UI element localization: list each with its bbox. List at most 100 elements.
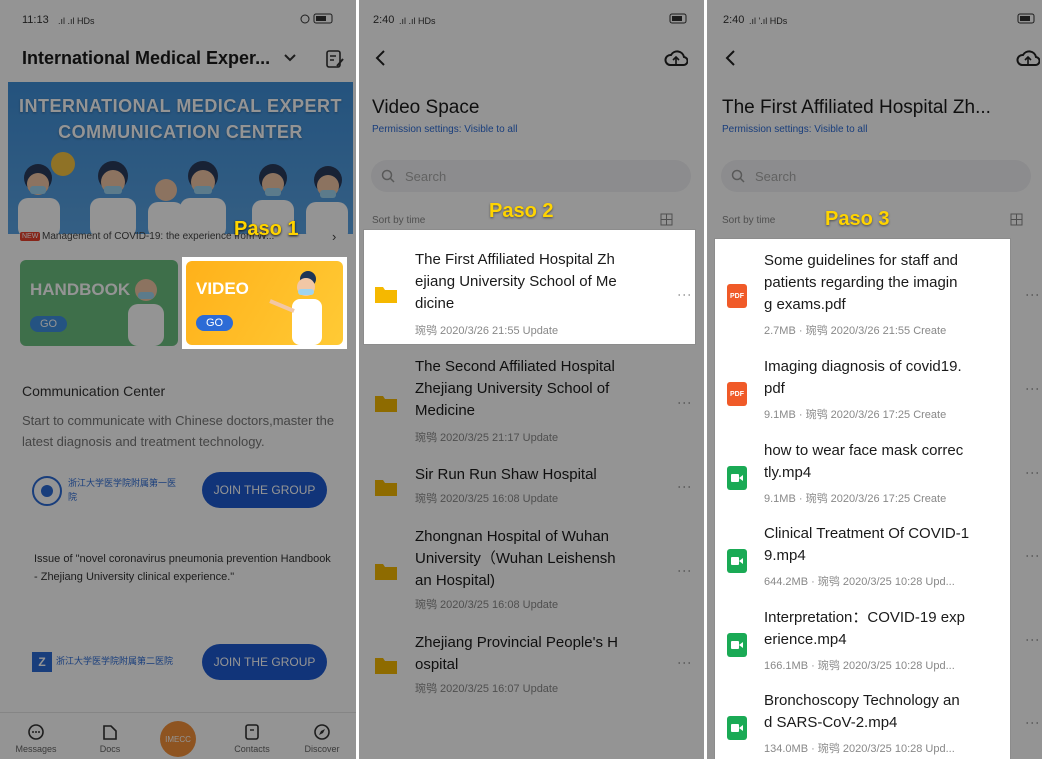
dim-overlay bbox=[1010, 239, 1042, 759]
cloud-upload-icon[interactable] bbox=[1015, 48, 1041, 70]
more-options-icon[interactable]: ⋮ bbox=[1025, 633, 1041, 647]
pdf-file-icon: PDF bbox=[727, 382, 747, 406]
page-title: International Medical Exper... bbox=[22, 48, 271, 68]
file-meta: 9.1MB · 琬鸮 2020/3/26 17:25 Create bbox=[764, 493, 947, 505]
video-file-icon bbox=[727, 549, 747, 573]
more-options-icon[interactable]: ⋮ bbox=[1025, 382, 1041, 396]
tab-label: Docs bbox=[99, 744, 121, 754]
compass-icon bbox=[314, 724, 330, 740]
file-name: how to wear face mask correc bbox=[764, 442, 964, 459]
file-name: Interpretation：COVID-19 exp bbox=[764, 609, 965, 626]
back-icon[interactable] bbox=[371, 48, 389, 68]
permission-settings-link[interactable]: Permission settings: Visible to all bbox=[372, 124, 517, 135]
folder-name: The First Affiliated Hospital Zh bbox=[415, 251, 615, 268]
folder-meta: 琬鸮 2020/3/25 16:07 Update bbox=[415, 683, 559, 695]
cloud-upload-icon[interactable] bbox=[663, 48, 689, 70]
file-name: g exams.pdf bbox=[764, 296, 846, 313]
edit-icon[interactable] bbox=[324, 48, 346, 70]
dim-overlay bbox=[707, 239, 715, 759]
tab-center[interactable]: IMECC bbox=[148, 713, 208, 759]
tab-label: Contacts bbox=[234, 744, 270, 754]
file-name: pdf bbox=[764, 380, 785, 397]
file-meta: 134.0MB · 琬鸮 2020/3/25 10:28 Upd... bbox=[764, 743, 955, 755]
folder-icon bbox=[375, 564, 397, 580]
handbook-go-button[interactable]: GO bbox=[30, 316, 68, 332]
status-network: .ıl .ıl HDs bbox=[58, 16, 95, 26]
pdf-file-icon: PDF bbox=[727, 284, 747, 308]
news-ticker[interactable]: NEW Management of COVID-19: the experien… bbox=[20, 229, 350, 245]
battery-icon bbox=[300, 13, 336, 28]
file-name: Bronchoscopy Technology an bbox=[764, 692, 960, 709]
more-options-icon[interactable]: ⋮ bbox=[677, 480, 693, 494]
folder-name: ospital bbox=[415, 656, 459, 673]
handbook-card[interactable]: HANDBOOK GO bbox=[20, 260, 178, 346]
page-title: Video Space bbox=[372, 97, 480, 118]
folder-name: Zhejiang University School of bbox=[415, 380, 610, 397]
tab-messages[interactable]: Messages bbox=[6, 713, 66, 759]
tab-contacts[interactable]: Contacts bbox=[222, 713, 282, 759]
video-file-icon bbox=[727, 466, 747, 490]
dim-overlay bbox=[347, 257, 356, 349]
more-options-icon[interactable]: ⋮ bbox=[677, 288, 693, 302]
doctor-woman-illustration bbox=[269, 271, 322, 345]
dim-overlay bbox=[695, 230, 704, 344]
bottom-tab-bar: Messages Docs IMECC Contacts Discover bbox=[0, 712, 356, 759]
more-options-icon[interactable]: ⋮ bbox=[677, 396, 693, 410]
folder-meta: 琬鸮 2020/3/26 21:55 Update bbox=[415, 325, 559, 337]
folder-meta: 琬鸮 2020/3/25 21:17 Update bbox=[415, 432, 559, 444]
sort-dropdown[interactable]: Sort by time bbox=[722, 215, 775, 226]
file-name: patients regarding the imagin bbox=[764, 274, 958, 291]
chevron-right-icon: › bbox=[332, 229, 337, 244]
center-icon: IMECC bbox=[160, 721, 196, 757]
status-time: 2:40 bbox=[373, 14, 395, 26]
back-icon[interactable] bbox=[721, 48, 739, 68]
section-title: Communication Center bbox=[22, 383, 166, 399]
video-label: VIDEO bbox=[196, 279, 249, 298]
group-card-1: 浙江大学医学院附属第一医院 JOIN THE GROUP bbox=[22, 462, 342, 524]
more-options-icon[interactable]: ⋮ bbox=[677, 656, 693, 670]
chevron-down-icon[interactable] bbox=[282, 50, 298, 66]
more-options-icon[interactable]: ⋮ bbox=[677, 564, 693, 578]
more-options-icon[interactable]: ⋮ bbox=[1025, 288, 1041, 302]
file-name: tly.mp4 bbox=[764, 464, 812, 481]
folder-name: The Second Affiliated Hospital bbox=[415, 358, 615, 375]
folder-icon bbox=[375, 396, 397, 412]
grid-view-icon[interactable] bbox=[659, 212, 673, 226]
search-input[interactable]: Search bbox=[721, 160, 1031, 192]
search-input[interactable]: Search bbox=[371, 160, 691, 192]
folder-icon bbox=[375, 287, 397, 303]
banner-title-line1: INTERNATIONAL MEDICAL EXPERT bbox=[18, 96, 342, 116]
folder-icon bbox=[375, 658, 397, 674]
status-network: .ıl '.ıl HDs bbox=[749, 16, 788, 26]
hospital-2-logo-text: 浙江大学医学院附属第二医院 bbox=[56, 656, 174, 666]
tab-discover[interactable]: Discover bbox=[292, 713, 352, 759]
file-name: 9.mp4 bbox=[764, 547, 806, 564]
file-meta: 9.1MB · 琬鸮 2020/3/26 17:25 Create bbox=[764, 409, 947, 421]
hero-banner[interactable]: INTERNATIONAL MEDICAL EXPERT COMMUNICATI… bbox=[8, 82, 353, 234]
doctor-illustration bbox=[128, 279, 164, 346]
folder-name: dicine bbox=[415, 295, 455, 312]
folder-icon bbox=[375, 480, 397, 496]
join-group-button-2[interactable]: JOIN THE GROUP bbox=[202, 644, 327, 680]
issue-text[interactable]: Issue of "novel coronavirus pneumonia pr… bbox=[34, 550, 334, 586]
status-network: .ıl .ıl HDs bbox=[399, 16, 436, 26]
more-options-icon[interactable]: ⋮ bbox=[1025, 466, 1041, 480]
panel-hospital-files: 2:40 .ıl '.ıl HDs The First Affiliated H… bbox=[707, 0, 1042, 759]
video-card[interactable]: VIDEO GO bbox=[186, 261, 343, 345]
file-meta: 2.7MB · 琬鸮 2020/3/26 21:55 Create bbox=[764, 325, 947, 337]
more-options-icon[interactable]: ⋮ bbox=[1025, 549, 1041, 563]
file-name: d SARS-CoV-2.mp4 bbox=[764, 714, 898, 731]
video-go-button[interactable]: GO bbox=[196, 315, 234, 331]
panel-video-space: 2:40 .ıl .ıl HDs Video Space Permission … bbox=[359, 0, 704, 759]
status-time: 11:13 bbox=[22, 14, 49, 26]
docs-icon bbox=[103, 725, 117, 740]
hospital-1-logo-text: 浙江大学医学院附属第一医院 bbox=[68, 478, 177, 502]
join-group-button-1[interactable]: JOIN THE GROUP bbox=[202, 472, 327, 508]
folder-name: University（Wuhan Leishensh bbox=[415, 550, 616, 567]
permission-settings-link[interactable]: Permission settings: Visible to all bbox=[722, 124, 867, 135]
more-options-icon[interactable]: ⋮ bbox=[1025, 716, 1041, 730]
sort-dropdown[interactable]: Sort by time bbox=[372, 215, 425, 226]
tab-docs[interactable]: Docs bbox=[80, 713, 140, 759]
grid-view-icon[interactable] bbox=[1009, 212, 1023, 226]
search-placeholder: Search bbox=[405, 168, 447, 184]
